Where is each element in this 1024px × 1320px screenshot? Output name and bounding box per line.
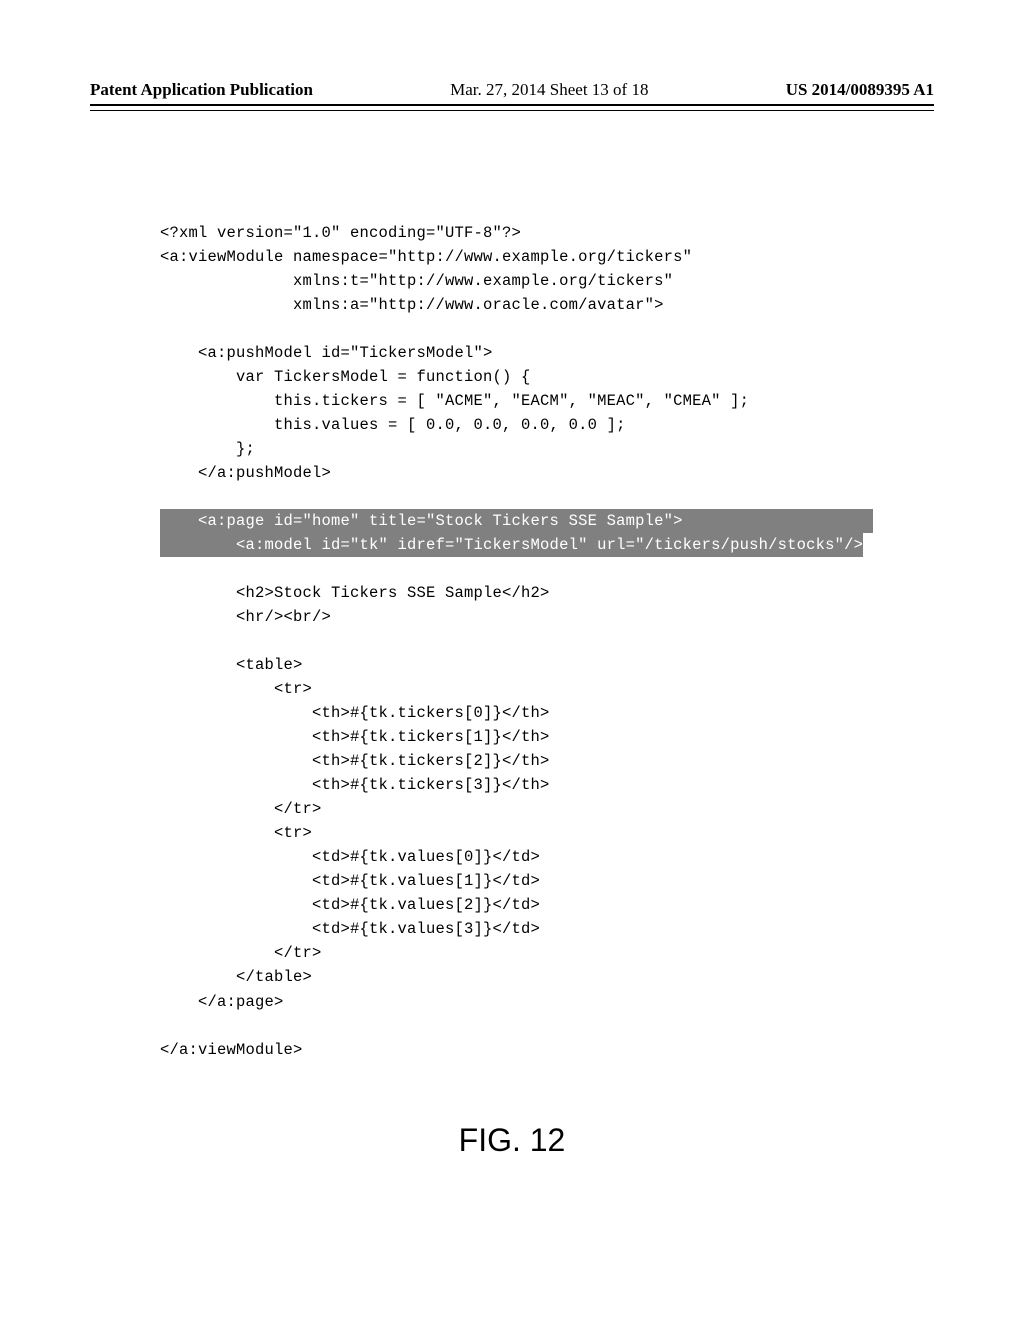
code-line: var TickersModel = function() { xyxy=(160,368,531,386)
code-line: this.values = [ 0.0, 0.0, 0.0, 0.0 ]; xyxy=(160,416,626,434)
code-line: xmlns:a="http://www.oracle.com/avatar"> xyxy=(160,296,664,314)
patent-page: Patent Application Publication Mar. 27, … xyxy=(0,0,1024,1320)
code-line: <h2>Stock Tickers SSE Sample</h2> xyxy=(160,584,550,602)
code-line: <th>#{tk.tickers[0]}</th> xyxy=(160,704,550,722)
code-line: <tr> xyxy=(160,680,312,698)
code-line: }; xyxy=(160,440,255,458)
code-line: <td>#{tk.values[1]}</td> xyxy=(160,872,540,890)
code-line: <a:viewModule namespace="http://www.exam… xyxy=(160,248,692,266)
code-line: <a:pushModel id="TickersModel"> xyxy=(160,344,493,362)
code-line: <td>#{tk.values[2]}</td> xyxy=(160,896,540,914)
code-line: <th>#{tk.tickers[3]}</th> xyxy=(160,776,550,794)
code-line: <?xml version="1.0" encoding="UTF-8"?> xyxy=(160,224,521,242)
code-line: <td>#{tk.values[3]}</td> xyxy=(160,920,540,938)
code-line: <tr> xyxy=(160,824,312,842)
code-line: </tr> xyxy=(160,800,322,818)
code-listing: <?xml version="1.0" encoding="UTF-8"?> <… xyxy=(160,221,934,1062)
header-pub-number: US 2014/0089395 A1 xyxy=(786,80,934,100)
header-rule xyxy=(90,110,934,111)
code-line: <table> xyxy=(160,656,303,674)
code-line-highlight: <a:model id="tk" idref="TickersModel" ur… xyxy=(160,533,863,557)
code-line: </table> xyxy=(160,968,312,986)
header-publication: Patent Application Publication xyxy=(90,80,313,100)
header-date-sheet: Mar. 27, 2014 Sheet 13 of 18 xyxy=(450,80,648,100)
code-line-highlight: <a:page id="home" title="Stock Tickers S… xyxy=(160,509,873,533)
code-line: <td>#{tk.values[0]}</td> xyxy=(160,848,540,866)
code-line: <th>#{tk.tickers[1]}</th> xyxy=(160,728,550,746)
code-line: </a:page> xyxy=(160,993,284,1011)
code-line: xmlns:t="http://www.example.org/tickers" xyxy=(160,272,673,290)
code-line: </a:viewModule> xyxy=(160,1041,303,1059)
code-line: </a:pushModel> xyxy=(160,464,331,482)
code-line: this.tickers = [ "ACME", "EACM", "MEAC",… xyxy=(160,392,749,410)
code-line: <th>#{tk.tickers[2]}</th> xyxy=(160,752,550,770)
code-line: <hr/><br/> xyxy=(160,608,331,626)
page-header: Patent Application Publication Mar. 27, … xyxy=(90,80,934,106)
figure-label: FIG. 12 xyxy=(90,1122,934,1159)
code-line: </tr> xyxy=(160,944,322,962)
